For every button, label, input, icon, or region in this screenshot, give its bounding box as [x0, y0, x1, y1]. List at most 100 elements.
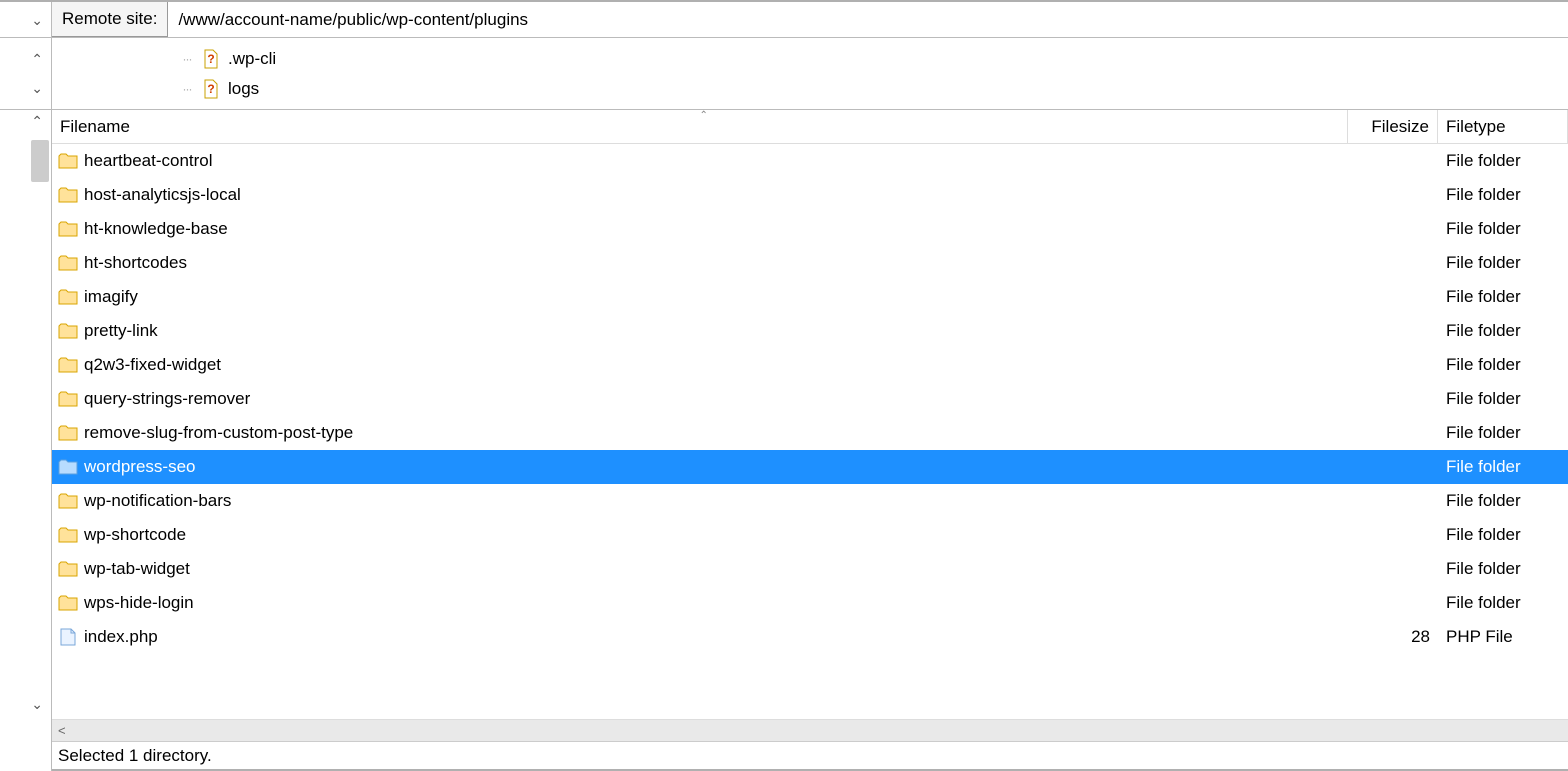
svg-text:?: ? [207, 82, 214, 96]
folder-icon [58, 560, 78, 578]
folder-row[interactable]: imagify File folder [52, 280, 1568, 314]
horizontal-scrollbar[interactable]: < [52, 719, 1568, 741]
column-header-filename[interactable]: Filename ⌃ [52, 110, 1348, 143]
cell-filename: host-analyticsjs-local [52, 185, 1348, 205]
cell-filename: heartbeat-control [52, 151, 1348, 171]
cell-filetype: File folder [1438, 185, 1568, 205]
filename-label: q2w3-fixed-widget [84, 355, 221, 375]
remote-site-label: Remote site: [52, 2, 168, 37]
sort-asc-icon: ⌃ [700, 110, 708, 121]
remote-tree[interactable]: ··· ? .wp-cli ··· ? logs [52, 38, 1568, 110]
scroll-down-icon[interactable]: ⌄ [31, 81, 43, 95]
folder-row[interactable]: pretty-link File folder [52, 314, 1568, 348]
chevron-down-icon[interactable]: ⌄ [31, 13, 43, 27]
tree-item-label: .wp-cli [228, 49, 276, 69]
cell-filetype: File folder [1438, 287, 1568, 307]
scroll-up-icon[interactable]: ⌃ [31, 114, 43, 128]
folder-row[interactable]: ht-knowledge-base File folder [52, 212, 1568, 246]
folder-icon [58, 526, 78, 544]
filename-label: remove-slug-from-custom-post-type [84, 423, 353, 443]
cell-filename: pretty-link [52, 321, 1348, 341]
column-label: Filename [60, 117, 130, 137]
tree-branch-icon: ··· [172, 52, 202, 66]
cell-filename: query-strings-remover [52, 389, 1348, 409]
cell-filetype: File folder [1438, 559, 1568, 579]
folder-row[interactable]: wp-tab-widget File folder [52, 552, 1568, 586]
folder-icon [58, 322, 78, 340]
cell-filetype: File folder [1438, 593, 1568, 613]
filename-label: wps-hide-login [84, 593, 194, 613]
svg-text:?: ? [207, 52, 214, 66]
folder-row[interactable]: wp-notification-bars File folder [52, 484, 1568, 518]
cell-filename: ht-knowledge-base [52, 219, 1348, 239]
php-file-icon [58, 627, 78, 647]
folder-row[interactable]: heartbeat-control File folder [52, 144, 1568, 178]
file-list: heartbeat-controlFile folderhost-analyti… [52, 144, 1568, 719]
remote-pane: Remote site: /www/account-name/public/wp… [52, 2, 1568, 771]
cell-filetype: File folder [1438, 355, 1568, 375]
cell-filetype: File folder [1438, 525, 1568, 545]
cell-filename: wp-tab-widget [52, 559, 1348, 579]
cell-filename: wp-shortcode [52, 525, 1348, 545]
scroll-up-icon[interactable]: ⌃ [31, 52, 43, 66]
folder-icon [58, 288, 78, 306]
scroll-left-icon[interactable]: < [58, 723, 66, 738]
folder-row[interactable]: query-strings-remover File folder [52, 382, 1568, 416]
folder-row[interactable]: wp-shortcode File folder [52, 518, 1568, 552]
filename-label: wp-notification-bars [84, 491, 231, 511]
cell-filename: index.php [52, 627, 1348, 647]
app-frame: ⌄ ⌃ ⌄ ⌃ ⌄ Remote site: /www/account-name… [0, 0, 1568, 771]
unknown-icon: ? [202, 80, 220, 98]
scrollbar-thumb[interactable] [31, 140, 49, 182]
file-row[interactable]: index.php 28PHP File [52, 620, 1568, 654]
folder-row[interactable]: wordpress-seo File folder [52, 450, 1568, 484]
filename-label: ht-knowledge-base [84, 219, 228, 239]
cell-filetype: File folder [1438, 423, 1568, 443]
tree-item-label: logs [228, 79, 259, 99]
folder-row[interactable]: remove-slug-from-custom-post-type File fo… [52, 416, 1568, 450]
folder-row[interactable]: q2w3-fixed-widget File folder [52, 348, 1568, 382]
folder-icon [58, 492, 78, 510]
status-bar: Selected 1 directory. [52, 741, 1568, 771]
folder-icon [58, 356, 78, 374]
cell-filetype: PHP File [1438, 627, 1568, 647]
folder-row[interactable]: ht-shortcodesFile folder [52, 246, 1568, 280]
filename-label: ht-shortcodes [84, 253, 187, 273]
cell-filename: imagify [52, 287, 1348, 307]
local-site-dropdown-area: ⌄ [0, 2, 51, 38]
cell-filetype: File folder [1438, 321, 1568, 341]
folder-icon [58, 458, 78, 476]
remote-path-input[interactable]: /www/account-name/public/wp-content/plug… [168, 2, 1568, 37]
folder-icon [58, 594, 78, 612]
filename-label: wordpress-seo [84, 457, 196, 477]
filename-label: heartbeat-control [84, 151, 213, 171]
cell-filetype: File folder [1438, 491, 1568, 511]
tree-item[interactable]: ··· ? .wp-cli [172, 44, 1568, 74]
filename-label: pretty-link [84, 321, 158, 341]
folder-row[interactable]: wps-hide-login File folder [52, 586, 1568, 620]
folder-icon [58, 424, 78, 442]
filename-label: imagify [84, 287, 138, 307]
cell-filename: remove-slug-from-custom-post-type [52, 423, 1348, 443]
folder-icon [58, 152, 78, 170]
cell-filetype: File folder [1438, 389, 1568, 409]
folder-icon [58, 186, 78, 204]
filename-label: index.php [84, 627, 158, 647]
filename-label: wp-shortcode [84, 525, 186, 545]
local-tree-scroll: ⌃ ⌄ [0, 38, 51, 110]
cell-filetype: File folder [1438, 151, 1568, 171]
folder-row[interactable]: host-analyticsjs-local File folder [52, 178, 1568, 212]
filename-label: query-strings-remover [84, 389, 250, 409]
cell-filename: ht-shortcodes [52, 253, 1348, 273]
column-header-filesize[interactable]: Filesize [1348, 110, 1438, 143]
column-header-filetype[interactable]: Filetype [1438, 110, 1568, 143]
folder-icon [58, 390, 78, 408]
folder-icon [58, 220, 78, 238]
tree-branch-icon: ··· [172, 82, 202, 96]
cell-filesize: 28 [1348, 627, 1438, 647]
cell-filetype: File folder [1438, 219, 1568, 239]
tree-item[interactable]: ··· ? logs [172, 74, 1568, 104]
cell-filename: wordpress-seo [52, 457, 1348, 477]
scroll-down-icon[interactable]: ⌄ [31, 697, 43, 711]
cell-filetype: File folder [1438, 457, 1568, 477]
